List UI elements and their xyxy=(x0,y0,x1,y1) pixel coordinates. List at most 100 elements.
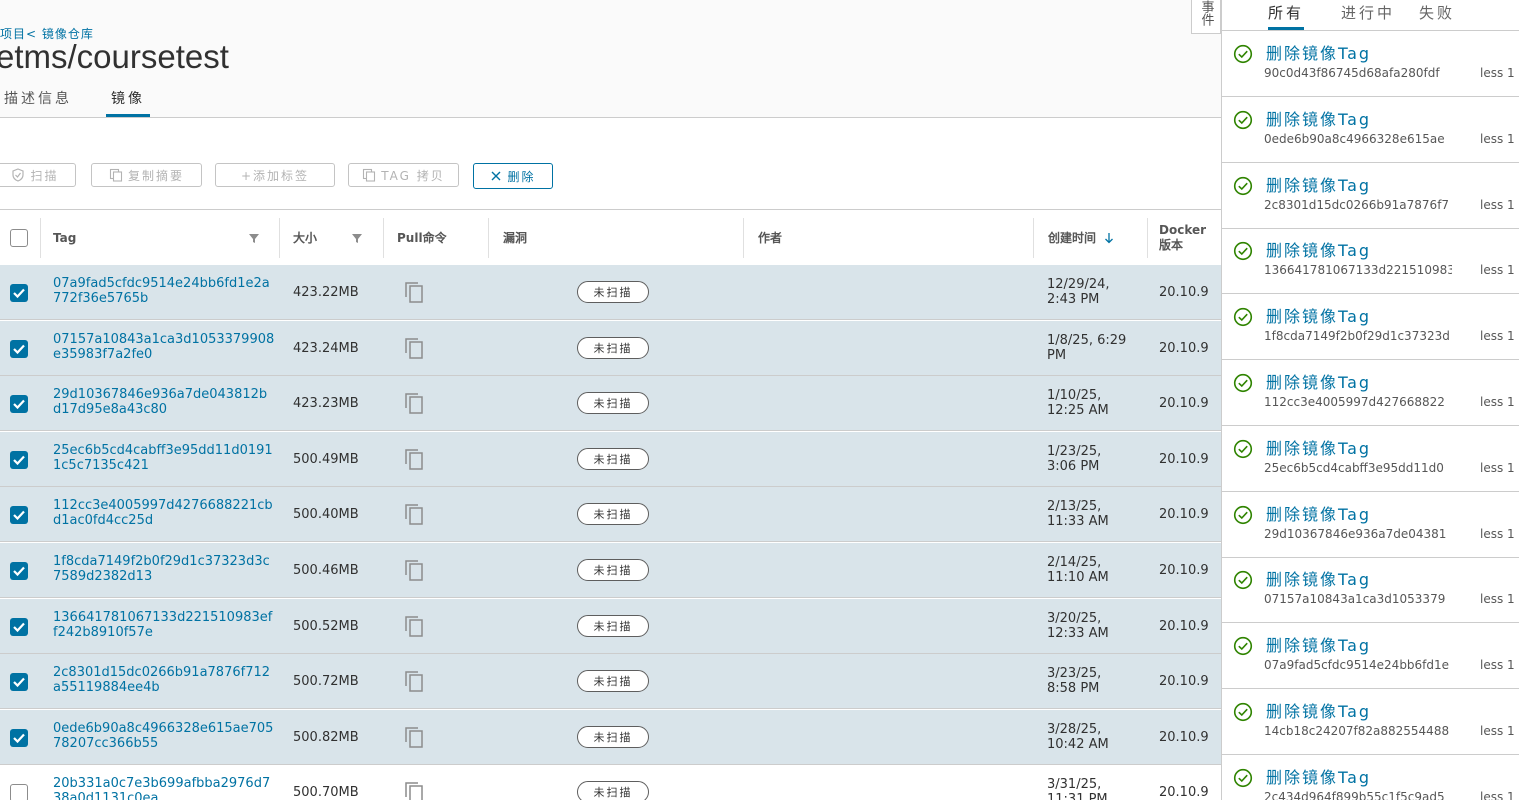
tab-info[interactable]: 描述信息 xyxy=(4,88,72,114)
row-checkbox[interactable] xyxy=(10,395,28,414)
task-item[interactable]: 删除镜像Tag2c8301d15dc0266b91a7876f7 less 1 m xyxy=(1222,163,1519,229)
tag-link[interactable]: 07a9fad5cfdc9514e24bb6fd1e2a772f36e5765b xyxy=(53,276,275,306)
status-badge[interactable]: 未扫描 xyxy=(577,781,649,800)
task-title[interactable]: 删除镜像Tag xyxy=(1266,566,1371,590)
tag-link[interactable]: 0ede6b90a8c4966328e615ae70578207cc366b55 xyxy=(53,721,275,751)
table-row[interactable]: 0ede6b90a8c4966328e615ae70578207cc366b55… xyxy=(0,709,1221,765)
pull-command-button[interactable] xyxy=(403,447,425,475)
row-checkbox[interactable] xyxy=(10,673,28,692)
table-row[interactable]: 2c8301d15dc0266b91a7876f712a55119884ee4b… xyxy=(0,654,1221,710)
task-item[interactable]: 删除镜像Tag2c434d964f899b55c1f5c9ad5 less 1 m xyxy=(1222,755,1519,800)
column-created[interactable]: 创建时间 xyxy=(1048,210,1148,265)
status-badge[interactable]: 未扫描 xyxy=(577,559,649,581)
scan-button[interactable]: 扫描 xyxy=(0,163,76,187)
task-title[interactable]: 删除镜像Tag xyxy=(1266,40,1371,64)
task-title[interactable]: 删除镜像Tag xyxy=(1266,369,1371,393)
row-checkbox[interactable] xyxy=(10,506,28,525)
select-all-checkbox[interactable] xyxy=(10,229,28,247)
task-title[interactable]: 删除镜像Tag xyxy=(1266,303,1371,327)
task-title[interactable]: 删除镜像Tag xyxy=(1266,237,1371,261)
status-badge[interactable]: 未扫描 xyxy=(577,281,649,303)
tag-link[interactable]: 2c8301d15dc0266b91a7876f712a55119884ee4b xyxy=(53,665,275,695)
pull-command-button[interactable] xyxy=(403,780,425,800)
task-title[interactable]: 删除镜像Tag xyxy=(1266,698,1371,722)
copy-digest-button[interactable]: 复制摘要 xyxy=(91,163,202,187)
event-panel-toggle[interactable]: 事件 xyxy=(1191,0,1221,34)
column-size[interactable]: 大小 xyxy=(293,210,383,265)
row-checkbox[interactable] xyxy=(10,284,28,302)
task-item[interactable]: 删除镜像Tag 14cb18c24207f82a882554488 less 1 m xyxy=(1222,689,1519,755)
arrow-down-icon[interactable] xyxy=(1104,232,1114,244)
column-docker[interactable]: Docker 版本 xyxy=(1159,210,1219,265)
status-badge[interactable]: 未扫描 xyxy=(577,614,649,637)
tab-in-progress[interactable]: 进行中 xyxy=(1341,2,1395,23)
tag-link[interactable]: 1f8cda7149f2b0f29d1c37323d3c7589d2382d13 xyxy=(53,554,275,584)
tab-failed[interactable]: 失败 xyxy=(1419,2,1455,23)
tag-link[interactable]: 20b331a0c7e3b699afbba2976d738a0d1131c0ea xyxy=(53,776,275,800)
status-badge[interactable]: 未扫描 xyxy=(577,336,649,359)
created-time: 1/8/25, 6:29 PM xyxy=(1047,332,1127,363)
table-row[interactable]: 07157a10843a1ca3d1053379908e35983f7a2fe0… xyxy=(0,320,1221,376)
row-checkbox[interactable] xyxy=(10,450,28,469)
task-item[interactable]: 删除镜像Tag 136641781067133d221510983e less 1 … xyxy=(1222,228,1519,295)
row-checkbox[interactable] xyxy=(10,728,28,747)
pull-command-button[interactable] xyxy=(403,669,425,697)
tab-all[interactable]: 所有 xyxy=(1268,2,1305,30)
task-item[interactable]: 删除镜像Tag 112cc3e4005997d427668822 less 1 m xyxy=(1222,360,1519,426)
column-vuln[interactable]: 漏洞 xyxy=(503,210,743,265)
table-row[interactable]: 20b331a0c7e3b699afbba2976d738a0d1131c0ea… xyxy=(0,765,1221,800)
table-row[interactable]: 136641781067133d221510983eff242b8910f57e… xyxy=(0,598,1221,654)
task-title[interactable]: 删除镜像Tag xyxy=(1266,435,1371,459)
task-title[interactable]: 删除镜像Tag xyxy=(1266,501,1371,525)
column-tag[interactable]: Tag xyxy=(53,210,278,265)
column-pull: Pull命令 xyxy=(397,210,487,265)
status-badge[interactable]: 未扫描 xyxy=(577,670,649,693)
created-time: 3/31/25, 11:31 PM xyxy=(1047,777,1108,800)
tab-images[interactable]: 镜像 xyxy=(106,88,150,117)
pull-command-button[interactable] xyxy=(403,558,425,586)
task-title[interactable]: 删除镜像Tag xyxy=(1266,632,1371,656)
tag-link[interactable]: 07157a10843a1ca3d1053379908e35983f7a2fe0 xyxy=(53,332,275,362)
table-row[interactable]: 1f8cda7149f2b0f29d1c37323d3c7589d2382d13… xyxy=(0,543,1221,598)
pull-command-button[interactable] xyxy=(403,614,425,642)
task-item[interactable]: 删除镜像Tag 07157a10843a1ca3d1053379 less 1 m xyxy=(1222,557,1519,624)
row-checkbox[interactable] xyxy=(10,617,28,636)
add-label-button[interactable]: +添加标签 xyxy=(215,163,335,187)
tag-link[interactable]: 25ec6b5cd4cabff3e95dd11d01911c5c7135c421 xyxy=(53,443,275,473)
table-row[interactable]: 29d10367846e936a7de043812bd17d95e8a43c80… xyxy=(0,376,1221,432)
delete-button[interactable]: 删除 xyxy=(473,163,553,189)
task-time: less 1 m xyxy=(1480,197,1519,212)
column-author[interactable]: 作者 xyxy=(758,210,1028,265)
pull-command-button[interactable] xyxy=(403,391,425,419)
task-title[interactable]: 删除镜像Tag xyxy=(1266,764,1371,788)
tag-link[interactable]: 112cc3e4005997d4276688221cbd1ac0fd4cc25d xyxy=(53,498,275,528)
status-badge[interactable]: 未扫描 xyxy=(577,725,649,748)
task-item[interactable]: 删除镜像Tag29d10367846e936a7de04381 less 1 m xyxy=(1222,492,1519,558)
task-item[interactable]: 删除镜像Tag 1f8cda7149f2b0f29d1c37323d less 1 … xyxy=(1222,294,1519,361)
task-title[interactable]: 删除镜像Tag xyxy=(1266,172,1371,196)
task-item[interactable]: 删除镜像Tag25ec6b5cd4cabff3e95dd11d0 less 1 m xyxy=(1222,426,1519,492)
task-item[interactable]: 删除镜像Tag 07a9fad5cfdc9514e24bb6fd1e less 1 … xyxy=(1222,623,1519,690)
row-checkbox[interactable] xyxy=(10,784,28,800)
tag-copy-button[interactable]: TAG 拷贝 xyxy=(348,163,459,187)
pull-command-button[interactable] xyxy=(403,725,425,753)
table-row[interactable]: 25ec6b5cd4cabff3e95dd11d01911c5c7135c421… xyxy=(0,431,1221,487)
row-checkbox[interactable] xyxy=(10,562,28,580)
task-title[interactable]: 删除镜像Tag xyxy=(1266,106,1371,130)
pull-command-button[interactable] xyxy=(403,336,425,364)
row-checkbox[interactable] xyxy=(10,339,28,358)
tag-link[interactable]: 136641781067133d221510983eff242b8910f57e xyxy=(53,610,275,640)
pull-command-button[interactable] xyxy=(403,502,425,530)
pull-command-button[interactable] xyxy=(403,280,425,308)
filter-icon[interactable] xyxy=(248,232,260,244)
table-row[interactable]: 112cc3e4005997d4276688221cbd1ac0fd4cc25d… xyxy=(0,487,1221,543)
filter-icon[interactable] xyxy=(351,232,363,244)
status-badge[interactable]: 未扫描 xyxy=(577,447,649,470)
task-item[interactable]: 删除镜像Tag0ede6b90a8c4966328e615ae less 1 m xyxy=(1222,97,1519,163)
task-item[interactable]: 删除镜像Tag 90c0d43f86745d68afa280fdf less 1 m xyxy=(1222,31,1519,97)
tag-link[interactable]: 29d10367846e936a7de043812bd17d95e8a43c80 xyxy=(53,387,275,417)
task-id: 07a9fad5cfdc9514e24bb6fd1e xyxy=(1264,658,1450,673)
status-badge[interactable]: 未扫描 xyxy=(577,392,649,415)
table-row[interactable]: 07a9fad5cfdc9514e24bb6fd1e2a772f36e5765b… xyxy=(0,265,1221,320)
status-badge[interactable]: 未扫描 xyxy=(577,503,649,526)
